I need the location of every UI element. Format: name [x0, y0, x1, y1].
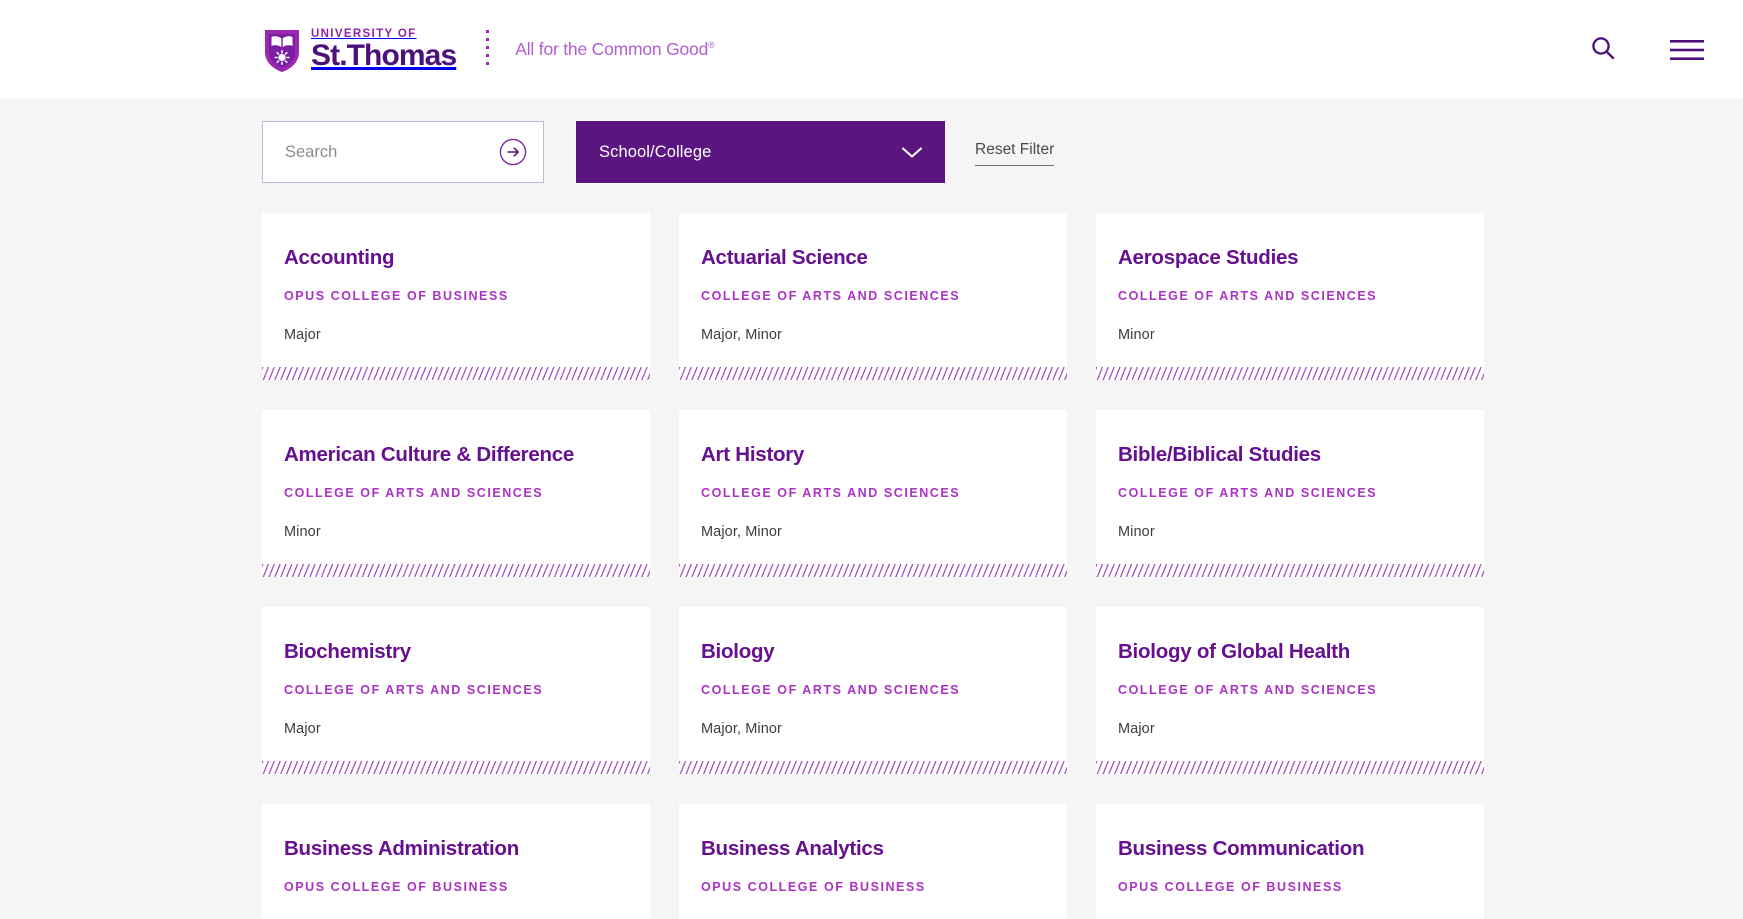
reset-filter-button[interactable]: Reset Filter	[975, 140, 1055, 167]
program-card[interactable]: Business Administration Opus College of B…	[262, 804, 650, 919]
program-card-school: Opus College of Business	[284, 879, 509, 894]
program-card-title: Actuarial Science	[701, 246, 868, 269]
registered-mark: ®	[708, 40, 715, 51]
program-card-hatch-border	[1096, 761, 1484, 774]
program-card-degrees: Major, Minor	[701, 720, 782, 737]
program-card[interactable]: Aerospace Studies College of Arts and Sci…	[1096, 213, 1484, 380]
program-card-hatch-border	[262, 761, 650, 774]
program-card-hatch-border	[1096, 564, 1484, 577]
wordmark-st-thomas: St.Thomas	[311, 39, 457, 73]
program-card-school: College of Arts and Sciences	[1118, 682, 1378, 697]
school-college-select[interactable]: School/College	[576, 121, 945, 183]
program-card-title: Aerospace Studies	[1118, 246, 1299, 269]
program-card[interactable]: Accounting Opus College of Business Major	[262, 213, 650, 380]
arrow-right-circle-icon	[499, 138, 527, 169]
program-card[interactable]: Business Analytics Opus College of Busine…	[679, 804, 1067, 919]
program-card-degrees: Minor	[284, 523, 321, 540]
tagline-text: All for the Common Good	[515, 39, 709, 59]
program-card-title: Business Analytics	[701, 837, 884, 860]
program-card-title: Biology of Global Health	[1118, 640, 1351, 663]
program-card-school: Opus College of Business	[284, 288, 509, 303]
program-card-school: College of Arts and Sciences	[701, 288, 961, 303]
program-card-school: College of Arts and Sciences	[284, 485, 544, 500]
search-submit-button[interactable]	[499, 138, 527, 166]
chevron-down-icon	[901, 146, 923, 159]
program-card[interactable]: Business Communication Opus College of Bu…	[1096, 804, 1484, 919]
search-toggle-button[interactable]	[1586, 31, 1620, 68]
search-icon	[1590, 35, 1616, 64]
program-card-title: Biology	[701, 640, 775, 663]
program-card-title: Accounting	[284, 246, 395, 269]
hamburger-menu-button[interactable]	[1666, 35, 1708, 65]
program-card-title: Art History	[701, 443, 805, 466]
brand-tagline: All for the Common Good®	[515, 39, 715, 60]
program-card-degrees: Major	[284, 720, 321, 737]
program-card[interactable]: Actuarial Science College of Arts and Sci…	[679, 213, 1067, 380]
program-card-title: American Culture & Difference	[284, 443, 575, 466]
site-header: UNIVERSITY OF St.Thomas All for the Comm…	[0, 0, 1743, 99]
program-card-degrees: Minor	[1118, 326, 1155, 343]
program-card-degrees: Major	[1118, 720, 1155, 737]
program-card-school: College of Arts and Sciences	[701, 485, 961, 500]
filter-bar: School/College Reset Filter	[0, 99, 1743, 183]
hamburger-menu-icon	[1670, 39, 1704, 61]
program-card[interactable]: Biology College of Arts and Sciences Major…	[679, 607, 1067, 774]
search-field-wrapper	[262, 121, 551, 183]
program-card-hatch-border	[679, 367, 1067, 380]
program-card-title: Business Communication	[1118, 837, 1365, 860]
program-card-hatch-border	[262, 564, 650, 577]
program-card-degrees: Major, Minor	[701, 523, 782, 540]
program-card-school: College of Arts and Sciences	[1118, 485, 1378, 500]
program-card-school: Opus College of Business	[701, 879, 926, 894]
program-card-hatch-border	[1096, 367, 1484, 380]
program-card[interactable]: American Culture & Difference College of …	[262, 410, 650, 577]
program-card[interactable]: Biology of Global Health College of Arts …	[1096, 607, 1484, 774]
program-card-school: Opus College of Business	[1118, 879, 1343, 894]
program-card-degrees: Minor	[1118, 523, 1155, 540]
program-results-grid: Accounting Opus College of Business Major A…	[262, 213, 1484, 919]
school-college-select-label: School/College	[599, 142, 712, 161]
program-card[interactable]: Bible/Biblical Studies College of Arts an…	[1096, 410, 1484, 577]
program-card-title: Business Administration	[284, 837, 519, 860]
program-card-title: Biochemistry	[284, 640, 411, 663]
program-card[interactable]: Biochemistry College of Arts and Sciences…	[262, 607, 650, 774]
header-actions	[1586, 31, 1708, 68]
program-card-degrees: Major, Minor	[701, 326, 782, 343]
wordmark: UNIVERSITY OF St.Thomas	[311, 28, 457, 73]
shield-book-icon	[262, 26, 302, 74]
program-card-degrees: Major	[284, 326, 321, 343]
program-card-hatch-border	[679, 564, 1067, 577]
program-card-title: Bible/Biblical Studies	[1118, 443, 1321, 466]
program-card-school: College of Arts and Sciences	[284, 682, 544, 697]
program-card-school: College of Arts and Sciences	[701, 682, 961, 697]
program-card-hatch-border	[262, 367, 650, 380]
program-card-school: College of Arts and Sciences	[1118, 288, 1378, 303]
brand-logo-link[interactable]: UNIVERSITY OF St.Thomas	[262, 26, 457, 74]
program-card[interactable]: Art History College of Arts and Sciences M…	[679, 410, 1067, 577]
program-card-hatch-border	[679, 761, 1067, 774]
brand-dotted-divider	[486, 29, 490, 70]
